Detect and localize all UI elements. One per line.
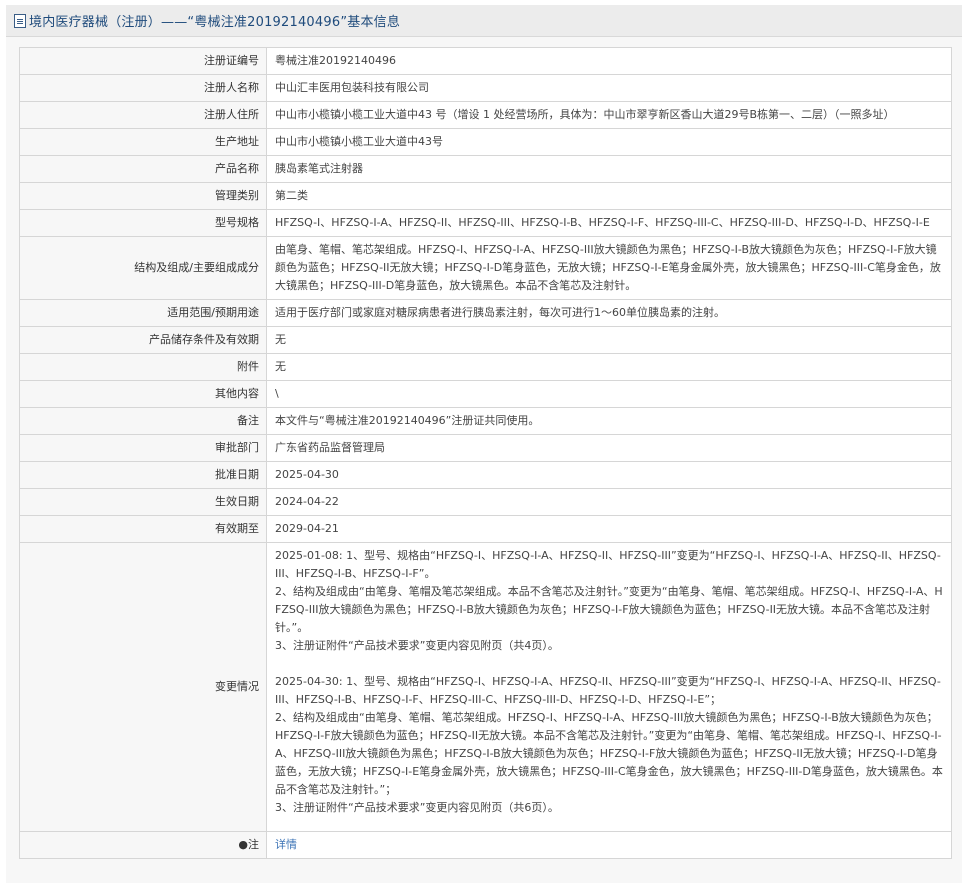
change-history-text: 2025-01-08: 1、型号、规格由“HFZSQ-I、HFZSQ-I-A、H… xyxy=(275,549,943,814)
details-link[interactable]: 详情 xyxy=(275,838,297,851)
change-history-row: 变更情况 2025-01-08: 1、型号、规格由“HFZSQ-I、HFZSQ-… xyxy=(19,542,952,832)
table-row: 产品名称 胰岛素笔式注射器 xyxy=(19,155,952,183)
field-value: 由笔身、笔帽、笔芯架组成。HFZSQ-I、HFZSQ-I-A、HFZSQ-III… xyxy=(266,236,952,300)
title-bar: 境内医疗器械（注册）——“粤械注准20192140496”基本信息 xyxy=(6,5,962,37)
field-label: 产品名称 xyxy=(19,155,267,183)
field-label: 适用范围/预期用途 xyxy=(19,299,267,327)
field-value: 无 xyxy=(266,326,952,354)
field-value: 2029-04-21 xyxy=(266,515,952,543)
change-history-cell: 2025-01-08: 1、型号、规格由“HFZSQ-I、HFZSQ-I-A、H… xyxy=(266,542,952,832)
field-value: 中山市小榄镇小榄工业大道中43 号（增设 1 处经营场所，具体为：中山市翠亨新区… xyxy=(266,101,952,129)
table-row: 生产地址 中山市小榄镇小榄工业大道中43号 xyxy=(19,128,952,156)
field-label: 注册人住所 xyxy=(19,101,267,129)
field-value: HFZSQ-I、HFZSQ-I-A、HFZSQ-II、HFZSQ-III、HFZ… xyxy=(266,209,952,237)
table-row: 有效期至 2029-04-21 xyxy=(19,515,952,543)
table-row: 注册人名称 中山汇丰医用包装科技有限公司 xyxy=(19,74,952,102)
document-icon xyxy=(14,13,26,28)
note-cell: 详情 xyxy=(266,831,952,859)
table-row: 适用范围/预期用途 适用于医疗部门或家庭对糖尿病患者进行胰岛素注射，每次可进行1～… xyxy=(19,299,952,327)
field-label: 审批部门 xyxy=(19,434,267,462)
field-value: 中山市小榄镇小榄工业大道中43号 xyxy=(266,128,952,156)
field-label: 有效期至 xyxy=(19,515,267,543)
table-row: 备注 本文件与“粤械注准20192140496”注册证共同使用。 xyxy=(19,407,952,435)
table-row: 注册证编号 粤械注准20192140496 xyxy=(19,47,952,75)
field-value: 2024-04-22 xyxy=(266,488,952,516)
field-label: 型号规格 xyxy=(19,209,267,237)
page-wrapper: 境内医疗器械（注册）——“粤械注准20192140496”基本信息 注册证编号粤… xyxy=(6,5,962,883)
field-value: 广东省药品监督管理局 xyxy=(266,434,952,462)
table-row: 结构及组成/主要组成成分 由笔身、笔帽、笔芯架组成。HFZSQ-I、HFZSQ-I… xyxy=(19,236,952,300)
table-row: 审批部门 广东省药品监督管理局 xyxy=(19,434,952,462)
page-title: 境内医疗器械（注册）——“粤械注准20192140496”基本信息 xyxy=(29,15,401,30)
field-value: 无 xyxy=(266,353,952,381)
field-value: 适用于医疗部门或家庭对糖尿病患者进行胰岛素注射，每次可进行1～60单位胰岛素的注… xyxy=(266,299,952,327)
field-value: 粤械注准20192140496 xyxy=(266,47,952,75)
field-label: 其他内容 xyxy=(19,380,267,408)
field-value: 胰岛素笔式注射器 xyxy=(266,155,952,183)
field-label: 批准日期 xyxy=(19,461,267,489)
field-value: 第二类 xyxy=(266,182,952,210)
note-label: ●注 xyxy=(19,831,267,859)
field-label: 附件 xyxy=(19,353,267,381)
table-row: 产品储存条件及有效期无 xyxy=(19,326,952,354)
field-label: 管理类别 xyxy=(19,182,267,210)
table-row: 批准日期 2025-04-30 xyxy=(19,461,952,489)
field-label: 生效日期 xyxy=(19,488,267,516)
table-row: 型号规格 HFZSQ-I、HFZSQ-I-A、HFZSQ-II、HFZSQ-III… xyxy=(19,209,952,237)
change-history-label: 变更情况 xyxy=(19,542,267,832)
field-label: 结构及组成/主要组成成分 xyxy=(19,236,267,300)
table-row: 生效日期 2024-04-22 xyxy=(19,488,952,516)
field-value: \ xyxy=(266,380,952,408)
field-label: 产品储存条件及有效期 xyxy=(19,326,267,354)
table-row: 其他内容 \ xyxy=(19,380,952,408)
table-row: 附件无 xyxy=(19,353,952,381)
field-label: 注册证编号 xyxy=(19,47,267,75)
field-label: 注册人名称 xyxy=(19,74,267,102)
detail-panel: 注册证编号 粤械注准20192140496 注册人名称 中山汇丰医用包装科技有限公司… xyxy=(19,47,952,859)
field-value: 2025-04-30 xyxy=(266,461,952,489)
field-value: 中山汇丰医用包装科技有限公司 xyxy=(266,74,952,102)
field-value: 本文件与“粤械注准20192140496”注册证共同使用。 xyxy=(266,407,952,435)
table-row: 管理类别 第二类 xyxy=(19,182,952,210)
field-label: 生产地址 xyxy=(19,128,267,156)
note-row: ●注 详情 xyxy=(19,831,952,859)
detail-table: 注册证编号 粤械注准20192140496 注册人名称 中山汇丰医用包装科技有限公司… xyxy=(19,47,952,859)
table-row: 注册人住所 中山市小榄镇小榄工业大道中43 号（增设 1 处经营场所，具体为：中山… xyxy=(19,101,952,129)
field-label: 备注 xyxy=(19,407,267,435)
